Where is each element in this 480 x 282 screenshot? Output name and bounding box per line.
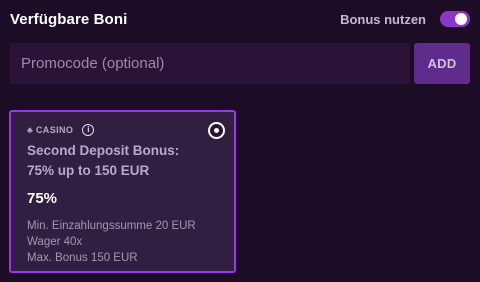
bonus-select-radio[interactable] (208, 122, 225, 139)
casino-icon: ♣ (27, 124, 33, 135)
radio-selected-dot (214, 128, 219, 133)
bonus-card[interactable]: ♣ CASINO i Second Deposit Bonus: 75% up … (9, 110, 236, 273)
bonus-toggle[interactable] (440, 11, 470, 27)
bonus-title-line-1: Second Deposit Bonus: (27, 143, 180, 158)
bonus-title-line-2: 75% up to 150 EUR (27, 163, 150, 178)
bonus-min-deposit: Min. Einzahlungssumme 20 EUR (27, 220, 196, 232)
bonus-percent: 75% (27, 190, 58, 207)
bonus-title: Second Deposit Bonus: 75% up to 150 EUR (27, 141, 218, 181)
bonus-max: Max. Bonus 150 EUR (27, 252, 138, 264)
info-icon[interactable]: i (82, 124, 95, 136)
bonus-toggle-group: Bonus nutzen (340, 11, 470, 27)
bonus-details: Min. Einzahlungssumme 20 EUR Wager 40x M… (27, 218, 218, 266)
add-button[interactable]: ADD (414, 43, 470, 84)
bonus-wager: Wager 40x (27, 236, 83, 248)
bonus-card-header: ♣ CASINO i (27, 123, 218, 137)
bonus-toggle-label: Bonus nutzen (340, 11, 426, 27)
toggle-knob (455, 13, 467, 25)
section-title: Verfügbare Boni (10, 10, 128, 28)
promo-row: ADD (10, 43, 470, 84)
header: Verfügbare Boni Bonus nutzen (10, 6, 470, 32)
promocode-input[interactable] (10, 43, 410, 84)
bonus-category: CASINO (35, 125, 74, 135)
